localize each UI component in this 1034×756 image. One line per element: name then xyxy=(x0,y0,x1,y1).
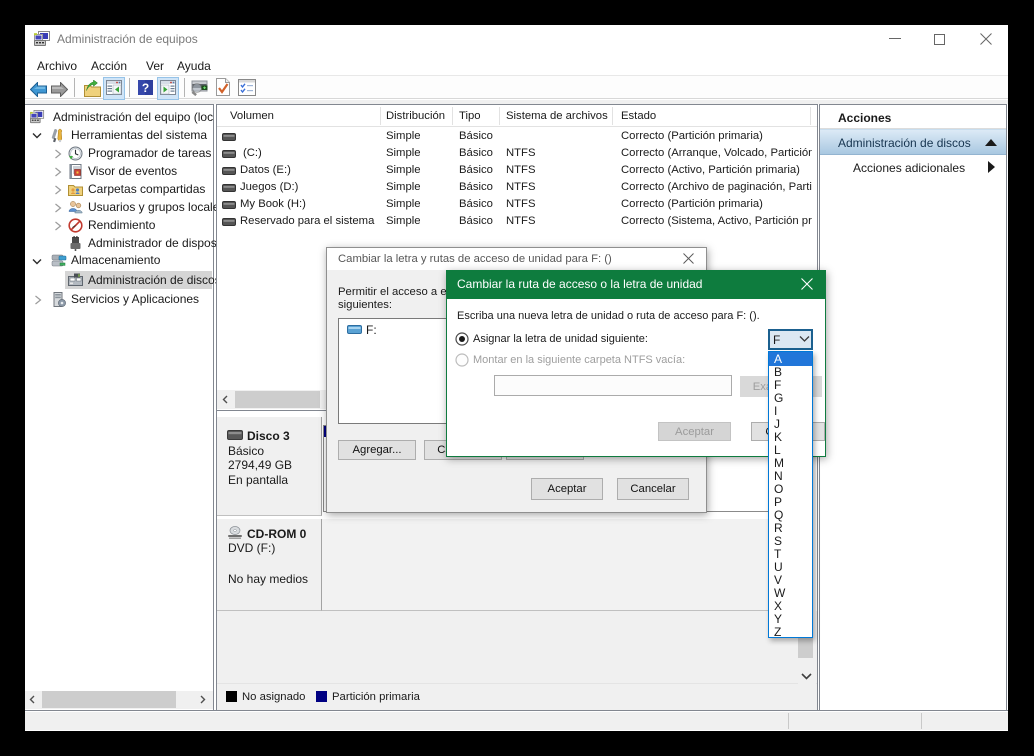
svg-text:?: ? xyxy=(142,81,149,95)
